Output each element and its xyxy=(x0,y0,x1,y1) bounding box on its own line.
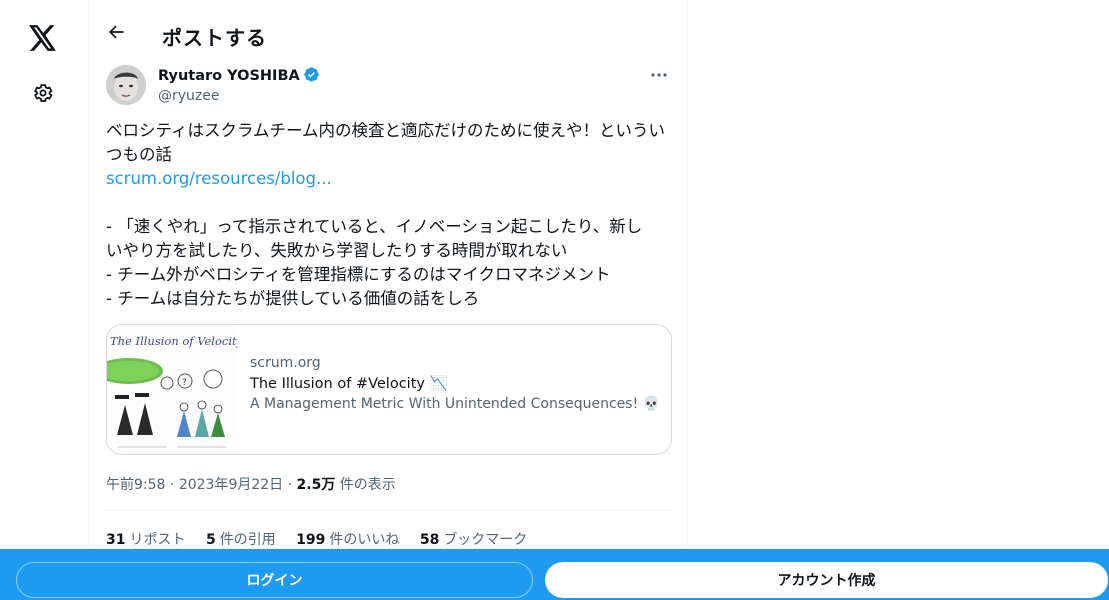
tweet-text-part-2: - 「速くやれ」って指示されていると、イノベーション起こしたり、新し いやり方を… xyxy=(106,217,643,308)
login-button[interactable]: ログイン xyxy=(16,562,533,598)
more-options-button[interactable] xyxy=(647,65,671,85)
author-name[interactable]: Ryutaro YOSHIBA xyxy=(158,66,320,84)
tweet-author: Ryutaro YOSHIBA @ryuzee xyxy=(106,65,671,107)
likes-label: 件のいいね xyxy=(329,532,400,548)
card-thumbnail: The Illusion of Velocity ? xyxy=(107,325,244,454)
left-nav xyxy=(0,0,88,600)
card-title: The Illusion of #Velocity 📉 xyxy=(250,376,448,392)
bottom-signup-bar: ログイン アカウント作成 xyxy=(0,549,1109,600)
gear-icon xyxy=(33,84,53,102)
views-label: 件の表示 xyxy=(339,477,396,493)
reposts-stat[interactable]: 31 リポスト xyxy=(106,529,185,549)
divider xyxy=(106,510,671,511)
likes-stat[interactable]: 199 件のいいね xyxy=(296,529,399,549)
card-body: scrum.org The Illusion of #Velocity 📉 A … xyxy=(250,355,661,412)
tweet-meta: 午前9:58 · 2023年9月22日 · 2.5万 件の表示 xyxy=(106,474,396,494)
arrow-left-icon xyxy=(109,25,124,39)
signup-button[interactable]: アカウント作成 xyxy=(545,562,1108,598)
bookmarks-label: ブックマーク xyxy=(443,532,528,548)
svg-text:?: ? xyxy=(182,378,187,388)
card-domain: scrum.org xyxy=(250,355,321,371)
back-button[interactable] xyxy=(101,17,131,47)
tweet-text: ベロシティはスクラムチーム内の検査と適応だけのために使えや！というい つもの話 … xyxy=(106,119,671,311)
likes-count: 199 xyxy=(296,532,326,548)
bookmarks-stat[interactable]: 58 ブックマーク xyxy=(420,529,527,549)
tweet-stats: 31 リポスト 5 件の引用 199 件のいいね 58 ブックマーク xyxy=(106,529,543,549)
main-column: ポストする Ryutaro YOSHIBA @ryuzee ベロシティはスクラム… xyxy=(88,0,688,600)
tweet-text-part-1: ベロシティはスクラムチーム内の検査と適応だけのために使えや！というい つもの話 xyxy=(106,121,666,164)
author-handle[interactable]: @ryuzee xyxy=(158,88,220,104)
bookmarks-count: 58 xyxy=(419,532,440,548)
settings-button[interactable] xyxy=(21,71,65,115)
x-logo-button[interactable] xyxy=(21,16,65,60)
author-name-text: Ryutaro YOSHIBA xyxy=(158,68,300,84)
meta-separator: · xyxy=(169,477,175,493)
reposts-label: リポスト xyxy=(129,532,186,548)
tweet-time[interactable]: 午前9:58 xyxy=(106,477,165,493)
more-icon xyxy=(651,73,667,77)
link-preview-card[interactable]: The Illusion of Velocity ? scrum.org The… xyxy=(106,324,672,455)
quotes-stat[interactable]: 5 件の引用 xyxy=(206,529,276,549)
quotes-label: 件の引用 xyxy=(219,532,276,548)
avatar-image xyxy=(106,65,146,105)
page-title: ポストする xyxy=(162,26,267,50)
tweet-date[interactable]: 2023年9月22日 xyxy=(179,477,283,493)
card-thumbnail-illustration: The Illusion of Velocity ? xyxy=(107,325,244,454)
tweet-link[interactable]: scrum.org/resources/blog... xyxy=(106,169,332,188)
card-thumbnail-title: The Illusion of Velocity xyxy=(110,334,238,348)
card-description: A Management Metric With Unintended Cons… xyxy=(250,396,661,412)
avatar[interactable] xyxy=(106,65,146,105)
quotes-count: 5 xyxy=(205,532,216,548)
meta-separator: · xyxy=(287,477,293,493)
page-header: ポストする xyxy=(89,0,687,53)
verified-badge-icon xyxy=(304,67,319,82)
x-logo-icon xyxy=(29,25,56,51)
views-count: 2.5万 xyxy=(296,477,336,493)
reposts-count: 31 xyxy=(106,532,126,548)
